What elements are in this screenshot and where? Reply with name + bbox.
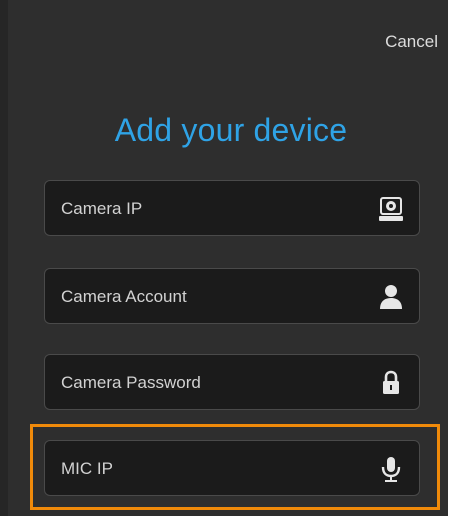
highlight-box — [30, 424, 440, 510]
camera-icon — [377, 195, 405, 223]
cancel-button[interactable]: Cancel — [385, 32, 438, 52]
lock-icon — [377, 369, 405, 397]
camera-ip-placeholder: Camera IP — [61, 199, 143, 218]
dialog-left-edge — [0, 0, 8, 516]
camera-account-field[interactable]: Camera Account — [44, 268, 420, 324]
camera-account-placeholder: Camera Account — [61, 287, 187, 306]
user-icon — [377, 283, 405, 311]
page-title: Add your device — [114, 112, 348, 148]
camera-password-placeholder: Camera Password — [61, 373, 201, 392]
camera-password-field[interactable]: Camera Password — [44, 354, 420, 410]
camera-ip-field[interactable]: Camera IP — [44, 180, 420, 236]
